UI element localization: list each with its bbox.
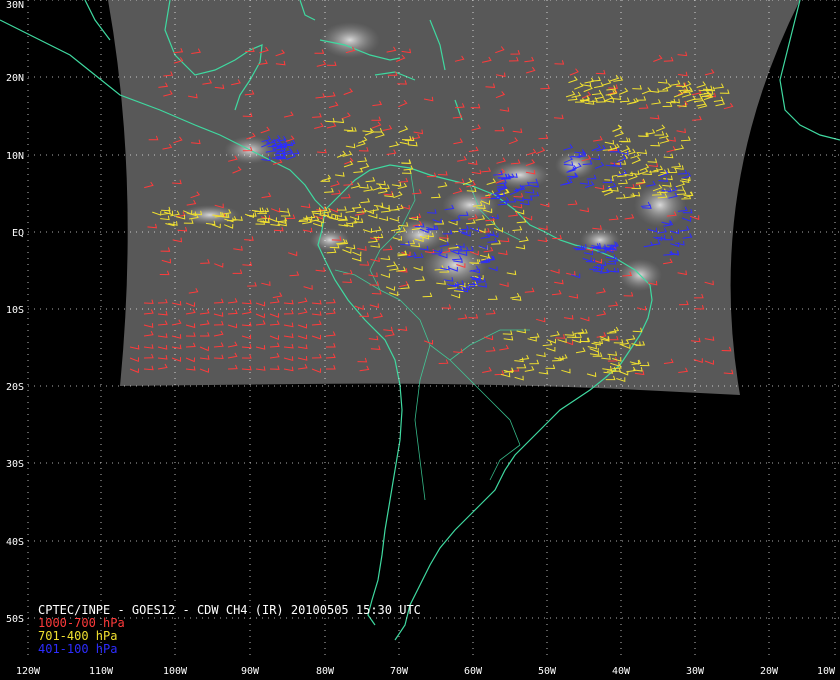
longitude-label: 120W (16, 666, 41, 677)
latitude-label: 40S (6, 537, 24, 548)
longitude-label: 40W (612, 666, 631, 677)
longitude-label: 100W (163, 666, 188, 677)
latitude-label: 30N (6, 0, 24, 11)
latitude-label: 10S (6, 305, 24, 316)
latitude-label: 50S (6, 614, 24, 625)
latitude-label: EQ (12, 228, 24, 239)
longitude-label: 20W (760, 666, 779, 677)
legend: CPTEC/INPE - GOES12 - CDW CH4 (IR) 20100… (38, 604, 421, 656)
legend-item-high-level: 401-100 hPa (38, 642, 118, 656)
latitude-label: 20N (6, 73, 24, 84)
latitude-label: 30S (6, 459, 24, 470)
longitude-label: 70W (390, 666, 409, 677)
wind-map: 30N 20N 10N EQ 10S 20S 30S 40S 50S 120W 110W 100W 9… (0, 0, 840, 677)
longitude-label: 80W (316, 666, 335, 677)
latitude-label: 20S (6, 382, 24, 393)
longitude-label: 50W (538, 666, 557, 677)
latitude-label: 10N (6, 151, 24, 162)
latitude-labels: 30N 20N 10N EQ 10S 20S 30S 40S 50S (6, 0, 24, 625)
longitude-labels: 120W 110W 100W 90W 80W 70W 60W 50W 40W 30W 20W 10W (16, 666, 836, 677)
longitude-label: 30W (686, 666, 705, 677)
longitude-label: 10W (817, 666, 836, 677)
longitude-label: 110W (89, 666, 114, 677)
longitude-label: 90W (241, 666, 260, 677)
longitude-label: 60W (464, 666, 483, 677)
